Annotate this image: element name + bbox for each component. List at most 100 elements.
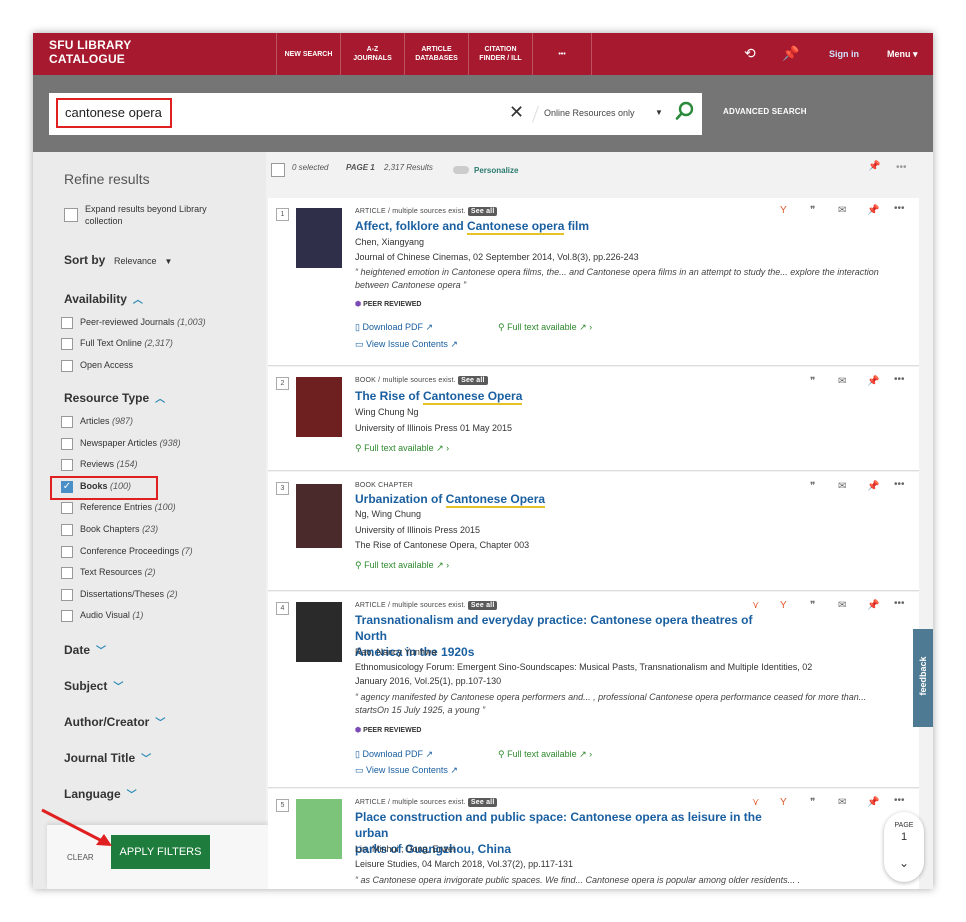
nav-article-databases[interactable]: ARTICLE DATABASES xyxy=(404,33,468,75)
see-all-badge[interactable]: See all xyxy=(458,376,488,385)
resource-filter-label[interactable]: Book Chapters (23) xyxy=(80,524,158,534)
result-card[interactable]: 4 ARTICLE / multiple sources exist. See … xyxy=(268,592,919,788)
see-all-badge[interactable]: See all xyxy=(467,601,498,610)
history-icon[interactable]: ⟲ xyxy=(744,45,756,62)
resource-checkbox[interactable] xyxy=(61,416,73,428)
clear-search-icon[interactable]: ✕ xyxy=(509,102,524,123)
more-options-icon[interactable]: ••• xyxy=(894,479,905,490)
sort-select[interactable]: Relevance ▼ xyxy=(114,256,172,266)
book-cover-thumbnail[interactable] xyxy=(296,377,342,437)
email-icon[interactable]: ✉ xyxy=(838,797,846,808)
download-pdf-link[interactable]: ▯ Download PDF ↗ xyxy=(355,749,433,760)
peer-reviewed-checkbox[interactable] xyxy=(61,317,73,329)
resource-filter-label[interactable]: Reviews (154) xyxy=(80,459,138,469)
personalize-label[interactable]: Personalize xyxy=(474,166,518,175)
more-options-icon[interactable]: ••• xyxy=(894,374,905,385)
search-input[interactable]: cantonese opera xyxy=(56,98,172,128)
download-pdf-link[interactable]: ▯ Download PDF ↗ xyxy=(355,322,433,333)
resource-checkbox[interactable] xyxy=(61,567,73,579)
email-icon[interactable]: ✉ xyxy=(838,481,846,492)
resource-checkbox[interactable] xyxy=(61,438,73,450)
full-text-link[interactable]: ⚲ Full text available ↗ › xyxy=(355,443,449,454)
citation-trail-icon[interactable]: ⋎ xyxy=(752,797,759,808)
select-all-checkbox[interactable] xyxy=(271,163,285,177)
collapsed-filter-header[interactable]: Date ﹀ xyxy=(64,642,106,657)
more-options-icon[interactable]: ••• xyxy=(894,203,905,214)
advanced-search-link[interactable]: ADVANCED SEARCH xyxy=(723,107,807,116)
resource-filter-label[interactable]: Reference Entries (100) xyxy=(80,502,176,512)
resource-filter-label[interactable]: Conference Proceedings (7) xyxy=(80,546,193,556)
availability-header[interactable]: Availability ︿ xyxy=(64,291,143,306)
more-options-icon[interactable]: ••• xyxy=(894,598,905,609)
quote-icon[interactable]: ❞ xyxy=(810,600,815,611)
resource-type-header[interactable]: Resource Type ︿ xyxy=(64,390,165,405)
result-title-link[interactable]: Urbanization of Cantonese Opera xyxy=(355,491,785,508)
apply-filters-button[interactable]: APPLY FILTERS xyxy=(111,835,210,869)
search-scope-select[interactable]: Online Resources only xyxy=(544,108,635,118)
collapsed-filter-header[interactable]: Author/Creator ﹀ xyxy=(64,714,165,729)
expand-checkbox[interactable] xyxy=(64,208,78,222)
journal-cover-thumbnail[interactable] xyxy=(296,208,342,268)
filter-open-access[interactable]: Open Access xyxy=(80,360,133,370)
view-issue-contents-link[interactable]: ▭ View Issue Contents ↗ xyxy=(355,339,458,350)
resource-checkbox[interactable] xyxy=(61,589,73,601)
result-title-link[interactable]: Affect, folklore and Cantonese opera fil… xyxy=(355,218,785,235)
page-navigator[interactable]: PAGE 1 ⌄ xyxy=(884,812,924,882)
pin-icon[interactable]: 📌 xyxy=(868,161,880,172)
see-all-badge[interactable]: See all xyxy=(467,207,498,216)
nav-new-search[interactable]: NEW SEARCH xyxy=(276,33,340,75)
sign-in-link[interactable]: Sign in xyxy=(829,49,859,59)
resource-filter-label[interactable]: Articles (987) xyxy=(80,416,133,426)
more-options-icon[interactable]: ••• xyxy=(896,162,907,173)
pin-icon[interactable]: 📌 xyxy=(867,797,879,808)
citation-trail-icon[interactable]: Y xyxy=(780,600,787,611)
pin-icon[interactable]: 📌 xyxy=(867,481,879,492)
email-icon[interactable]: ✉ xyxy=(838,376,846,387)
resource-checkbox[interactable] xyxy=(61,502,73,514)
resource-checkbox[interactable] xyxy=(61,524,73,536)
journal-cover-thumbnail[interactable] xyxy=(296,799,342,859)
personalize-toggle[interactable] xyxy=(453,166,469,174)
resource-checkbox[interactable] xyxy=(61,459,73,471)
quote-icon[interactable]: ❞ xyxy=(810,205,815,216)
resource-checkbox[interactable] xyxy=(61,610,73,622)
resource-filter-label[interactable]: Audio Visual (1) xyxy=(80,610,143,620)
citation-trail-icon[interactable]: ⋎ xyxy=(752,600,759,611)
result-title-link[interactable]: The Rise of Cantonese Opera xyxy=(355,388,785,405)
menu-button[interactable]: Menu ▾ xyxy=(887,49,918,60)
view-issue-contents-link[interactable]: ▭ View Issue Contents ↗ xyxy=(355,765,458,776)
collapsed-filter-header[interactable]: Language ﹀ xyxy=(64,786,137,801)
resource-filter-label[interactable]: Text Resources (2) xyxy=(80,567,156,577)
full-text-link[interactable]: ⚲ Full text available ↗ › xyxy=(498,322,592,333)
pin-icon[interactable]: 📌 xyxy=(782,45,799,62)
quote-icon[interactable]: ❞ xyxy=(810,376,815,387)
citation-trail-icon[interactable]: Y xyxy=(780,205,787,216)
result-card[interactable]: 2 BOOK / multiple sources exist. See all… xyxy=(268,367,919,471)
journal-cover-thumbnail[interactable] xyxy=(296,602,342,662)
library-logo[interactable]: SFU LIBRARY CATALOGUE xyxy=(49,38,131,66)
chevron-down-icon[interactable]: ▼ xyxy=(655,108,663,117)
resource-filter-label[interactable]: Dissertations/Theses (2) xyxy=(80,589,178,599)
email-icon[interactable]: ✉ xyxy=(838,205,846,216)
collapsed-filter-header[interactable]: Subject ﹀ xyxy=(64,678,123,693)
full-text-checkbox[interactable] xyxy=(61,338,73,350)
search-box[interactable]: cantonese opera ✕ Online Resources only … xyxy=(49,93,702,135)
search-icon[interactable] xyxy=(675,101,695,121)
more-options-icon[interactable]: ••• xyxy=(894,795,905,806)
email-icon[interactable]: ✉ xyxy=(838,600,846,611)
open-access-checkbox[interactable] xyxy=(61,360,73,372)
resource-checkbox[interactable] xyxy=(61,546,73,558)
result-card[interactable]: 3 BOOK CHAPTER Urbanization of Cantonese… xyxy=(268,472,919,591)
filter-peer-reviewed[interactable]: Peer-reviewed Journals (1,003) xyxy=(80,317,206,327)
book-cover-thumbnail[interactable] xyxy=(296,484,342,548)
pin-icon[interactable]: 📌 xyxy=(867,205,879,216)
quote-icon[interactable]: ❞ xyxy=(810,481,815,492)
full-text-link[interactable]: ⚲ Full text available ↗ › xyxy=(498,749,592,760)
filter-full-text[interactable]: Full Text Online (2,317) xyxy=(80,338,173,348)
quote-icon[interactable]: ❞ xyxy=(810,797,815,808)
result-card[interactable]: 5 ARTICLE / multiple sources exist. See … xyxy=(268,789,919,889)
pin-icon[interactable]: 📌 xyxy=(867,376,879,387)
citation-trail-icon[interactable]: Y xyxy=(780,797,787,808)
nav-more-button[interactable]: ••• xyxy=(532,33,592,75)
pin-icon[interactable]: 📌 xyxy=(867,600,879,611)
